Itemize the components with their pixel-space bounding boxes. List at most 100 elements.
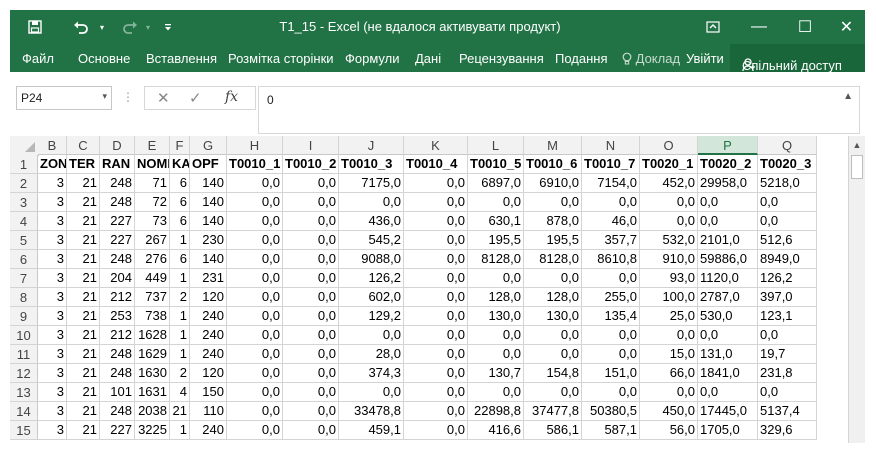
table-cell[interactable]: 0,0	[283, 250, 339, 269]
name-box[interactable]: P24 ▾	[16, 86, 112, 110]
table-cell[interactable]: 126,2	[758, 269, 817, 288]
column-header-m[interactable]: M	[524, 136, 582, 155]
table-cell[interactable]: 1	[170, 326, 190, 345]
table-cell[interactable]: 3	[38, 288, 67, 307]
table-cell[interactable]: 0,0	[283, 364, 339, 383]
table-cell[interactable]: 150	[190, 383, 227, 402]
table-cell[interactable]: 878,0	[524, 212, 582, 231]
column-header-g[interactable]: G	[190, 136, 227, 155]
table-cell[interactable]: 3	[38, 364, 67, 383]
table-cell[interactable]: 0,0	[283, 288, 339, 307]
table-cell[interactable]: 0,0	[524, 383, 582, 402]
table-cell[interactable]: 3	[38, 231, 67, 250]
table-cell[interactable]: 1628	[135, 326, 170, 345]
table-cell[interactable]: 738	[135, 307, 170, 326]
table-cell[interactable]: 545,2	[339, 231, 404, 250]
header-cell[interactable]: T0010_1	[227, 155, 283, 174]
column-header-i[interactable]: I	[283, 136, 339, 155]
table-cell[interactable]: 195,5	[524, 231, 582, 250]
column-header-p[interactable]: P	[698, 136, 758, 155]
table-cell[interactable]: 1	[170, 231, 190, 250]
table-cell[interactable]: 227	[100, 421, 135, 440]
table-cell[interactable]: 0,0	[640, 193, 698, 212]
header-cell[interactable]: TER	[67, 155, 100, 174]
column-header-l[interactable]: L	[468, 136, 524, 155]
table-cell[interactable]: 255,0	[582, 288, 640, 307]
table-cell[interactable]: 240	[190, 345, 227, 364]
table-cell[interactable]: 8128,0	[524, 250, 582, 269]
ribbon-display-options-icon[interactable]	[690, 10, 736, 44]
select-all-button[interactable]	[10, 136, 39, 156]
tab-data[interactable]: Дані	[415, 51, 441, 66]
table-cell[interactable]: 21	[67, 250, 100, 269]
table-cell[interactable]: 8610,8	[582, 250, 640, 269]
column-header-j[interactable]: J	[339, 136, 404, 155]
table-cell[interactable]: 21	[67, 269, 100, 288]
column-header-k[interactable]: K	[404, 136, 468, 155]
table-cell[interactable]: 0,0	[404, 326, 468, 345]
row-header-10[interactable]: 10	[10, 326, 38, 345]
table-cell[interactable]: 135,4	[582, 307, 640, 326]
table-cell[interactable]: 630,1	[468, 212, 524, 231]
table-cell[interactable]: 1	[170, 269, 190, 288]
customize-qat-icon[interactable]	[160, 10, 176, 44]
table-cell[interactable]: 0,0	[227, 231, 283, 250]
chevron-up-icon[interactable]: ▲	[843, 91, 853, 102]
table-cell[interactable]: 21	[67, 212, 100, 231]
table-cell[interactable]: 1629	[135, 345, 170, 364]
table-cell[interactable]: 530,0	[698, 307, 758, 326]
table-cell[interactable]: 21	[67, 288, 100, 307]
table-cell[interactable]: 129,2	[339, 307, 404, 326]
table-cell[interactable]: 0,0	[698, 326, 758, 345]
table-cell[interactable]: 512,6	[758, 231, 817, 250]
table-cell[interactable]: 130,7	[468, 364, 524, 383]
column-header-f[interactable]: F	[170, 136, 190, 155]
tab-view[interactable]: Подання	[555, 51, 608, 66]
table-cell[interactable]: 1705,0	[698, 421, 758, 440]
table-cell[interactable]: 21	[67, 345, 100, 364]
table-cell[interactable]: 56,0	[640, 421, 698, 440]
table-cell[interactable]: 5137,4	[758, 402, 817, 421]
table-cell[interactable]: 1	[170, 421, 190, 440]
table-cell[interactable]: 72	[135, 193, 170, 212]
table-cell[interactable]: 1	[170, 345, 190, 364]
table-cell[interactable]: 0,0	[227, 402, 283, 421]
table-cell[interactable]: 140	[190, 174, 227, 193]
table-cell[interactable]: 230	[190, 231, 227, 250]
table-cell[interactable]: 0,0	[227, 250, 283, 269]
table-cell[interactable]: 227	[100, 212, 135, 231]
table-cell[interactable]: 248	[100, 345, 135, 364]
table-cell[interactable]: 140	[190, 212, 227, 231]
header-cell[interactable]: RAN	[100, 155, 135, 174]
table-cell[interactable]: 450,0	[640, 402, 698, 421]
table-cell[interactable]: 0,0	[283, 421, 339, 440]
table-cell[interactable]: 50380,5	[582, 402, 640, 421]
table-cell[interactable]: 0,0	[227, 288, 283, 307]
table-cell[interactable]: 130,0	[468, 307, 524, 326]
table-cell[interactable]: 0,0	[698, 383, 758, 402]
table-cell[interactable]: 0,0	[468, 269, 524, 288]
table-cell[interactable]: 2038	[135, 402, 170, 421]
table-cell[interactable]: 1841,0	[698, 364, 758, 383]
table-cell[interactable]: 21	[67, 193, 100, 212]
table-cell[interactable]: 22898,8	[468, 402, 524, 421]
table-cell[interactable]: 3	[38, 269, 67, 288]
table-cell[interactable]: 0,0	[582, 269, 640, 288]
table-cell[interactable]: 128,0	[524, 288, 582, 307]
close-button[interactable]: ✕	[828, 10, 865, 44]
table-cell[interactable]: 0,0	[227, 383, 283, 402]
table-cell[interactable]: 7175,0	[339, 174, 404, 193]
table-cell[interactable]: 130,0	[524, 307, 582, 326]
table-cell[interactable]: 0,0	[283, 307, 339, 326]
table-cell[interactable]: 0,0	[339, 193, 404, 212]
row-header-12[interactable]: 12	[10, 364, 38, 383]
table-cell[interactable]: 0,0	[468, 193, 524, 212]
table-cell[interactable]: 0,0	[404, 421, 468, 440]
table-cell[interactable]: 140	[190, 193, 227, 212]
table-cell[interactable]: 231,8	[758, 364, 817, 383]
table-cell[interactable]: 8128,0	[468, 250, 524, 269]
header-cell[interactable]: KAT	[170, 155, 190, 174]
table-cell[interactable]: 131,0	[698, 345, 758, 364]
table-cell[interactable]: 0,0	[582, 193, 640, 212]
table-cell[interactable]: 329,6	[758, 421, 817, 440]
